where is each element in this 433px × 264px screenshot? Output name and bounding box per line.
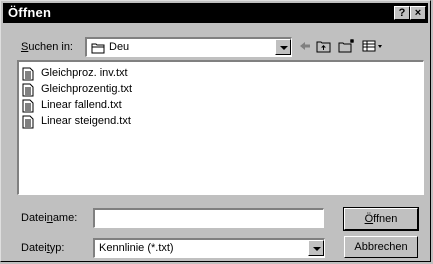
back-icon[interactable]: [297, 38, 313, 54]
file-name: Gleichproz. inv.txt: [41, 67, 128, 79]
open-button-rest: ffnen: [373, 213, 398, 225]
open-button-label: Öffnen: [345, 213, 417, 225]
file-name: Linear steigend.txt: [41, 115, 131, 127]
open-button-access: Ö: [364, 213, 374, 225]
file-name: Linear fallend.txt: [41, 99, 122, 111]
window-title: Öffnen: [8, 5, 52, 20]
help-button[interactable]: ?: [394, 6, 410, 20]
filetype-value: Kennlinie (*.txt): [99, 242, 174, 254]
text-file-icon: [22, 99, 34, 113]
close-button[interactable]: ×: [410, 6, 426, 20]
view-menu-icon[interactable]: [362, 38, 384, 54]
open-dialog: Öffnen ? × Suchen in: Deu Gleichproz. in…: [0, 0, 431, 262]
cancel-button[interactable]: Abbrechen: [344, 236, 418, 258]
title-bar: Öffnen ? ×: [3, 3, 428, 23]
filetype-combo[interactable]: Kennlinie (*.txt): [93, 238, 325, 258]
cancel-button-label: Abbrechen: [354, 241, 408, 253]
filename-input[interactable]: [93, 208, 324, 228]
file-name: Gleichprozentig.txt: [41, 83, 133, 95]
help-icon: ?: [398, 7, 406, 19]
filetype-label: Dateityp:: [21, 242, 64, 254]
lookin-label: Suchen in:: [21, 41, 73, 53]
filetype-dropdown-button[interactable]: [308, 240, 324, 256]
text-file-icon: [22, 67, 34, 81]
filename-label-post: ame:: [52, 212, 78, 224]
text-file-icon: [22, 83, 34, 97]
folder-icon: [91, 43, 105, 54]
filename-label-pre: Datei: [21, 212, 47, 224]
close-icon: ×: [414, 7, 422, 19]
open-button[interactable]: Öffnen: [343, 207, 419, 231]
filetype-label-post: yp:: [49, 242, 65, 254]
filetype-label-pre: Datei: [21, 242, 47, 254]
lookin-dropdown-button[interactable]: [275, 39, 291, 55]
new-folder-icon[interactable]: [338, 38, 356, 54]
file-list[interactable]: Gleichproz. inv.txt Gleichprozentig.txt …: [17, 60, 424, 195]
lookin-value: Deu: [109, 41, 130, 53]
lookin-label-post: uchen in:: [28, 41, 73, 53]
text-file-icon: [22, 115, 34, 129]
up-folder-icon[interactable]: [316, 38, 332, 54]
lookin-combo[interactable]: Deu: [85, 37, 292, 57]
filename-label: Dateiname:: [21, 212, 77, 224]
